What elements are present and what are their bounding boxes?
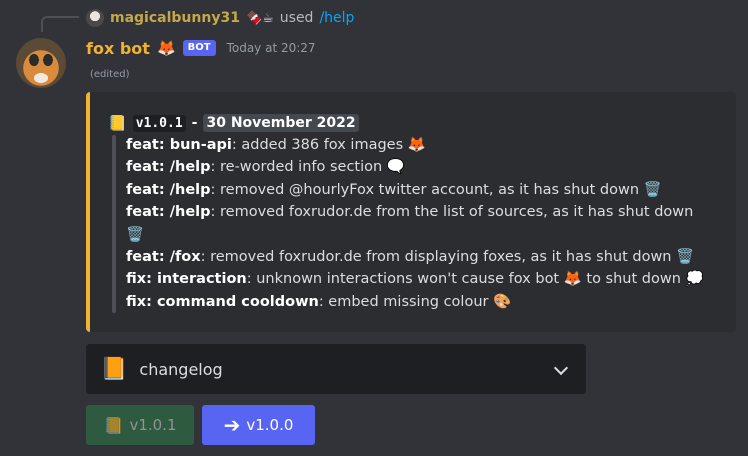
changelog-line: fix: interaction: unknown interactions w…	[126, 271, 704, 288]
command-name[interactable]: /help	[319, 10, 354, 26]
release-date: 30 November 2022	[203, 114, 359, 132]
changelog-list: feat: bun-api: added 386 fox images 🦊 fe…	[126, 134, 726, 313]
reply-spine	[41, 16, 79, 32]
chevron-down-icon[interactable]	[553, 360, 569, 376]
bot-tag-badge: BOT	[182, 40, 216, 56]
interaction-username[interactable]: magicalbunny31	[110, 10, 240, 26]
changelog-select-menu[interactable]: 📙 changelog	[86, 344, 586, 394]
fox-emoji: 🦊	[156, 39, 176, 57]
select-selected-value: changelog	[139, 359, 223, 379]
version-v100-button[interactable]: ➔ v1.0.0	[202, 405, 315, 445]
title-separator: -	[191, 115, 198, 131]
changelog-line: feat: /help: removed foxrudor.de from th…	[126, 204, 694, 221]
changelog-line-wrap: 🗑️	[126, 226, 145, 243]
changelog-line: fix: command cooldown: embed missing col…	[126, 293, 512, 310]
username-emojis: 🍫☕	[245, 10, 274, 26]
ledger-icon: 📒	[103, 415, 124, 435]
arrow-right-icon: ➔	[223, 413, 241, 437]
message-header: fox bot 🦊 BOT Today at 20:27	[86, 36, 316, 60]
changelog-line: feat: /fox: removed foxrudor.de from dis…	[126, 249, 695, 266]
orange-book-icon: 📙	[100, 356, 128, 382]
message-timestamp[interactable]: Today at 20:27	[227, 41, 316, 55]
interaction-header: magicalbunny31 🍫☕ used /help	[86, 7, 354, 29]
changelog-line: feat: /help: re-worded info section 🗨️	[126, 159, 405, 176]
bot-name[interactable]: fox bot	[86, 39, 150, 58]
blockquote-bar	[112, 135, 116, 313]
user-avatar[interactable]	[86, 9, 104, 27]
bot-avatar[interactable]	[16, 38, 66, 88]
edited-label: (edited)	[90, 69, 130, 80]
used-text: used	[279, 10, 314, 26]
changelog-line: feat: bun-api: added 386 fox images 🦊	[126, 137, 426, 153]
embed-title: 📒 v1.0.1 - 30 November 2022	[108, 112, 359, 134]
button-label: v1.0.0	[246, 416, 294, 434]
ledger-icon: 📒	[108, 114, 127, 132]
changelog-line: feat: /help: removed @hourlyFox twitter …	[126, 181, 662, 198]
button-label: v1.0.1	[129, 416, 177, 434]
version-code: v1.0.1	[132, 114, 186, 132]
version-v101-button[interactable]: 📒 v1.0.1	[86, 405, 194, 445]
